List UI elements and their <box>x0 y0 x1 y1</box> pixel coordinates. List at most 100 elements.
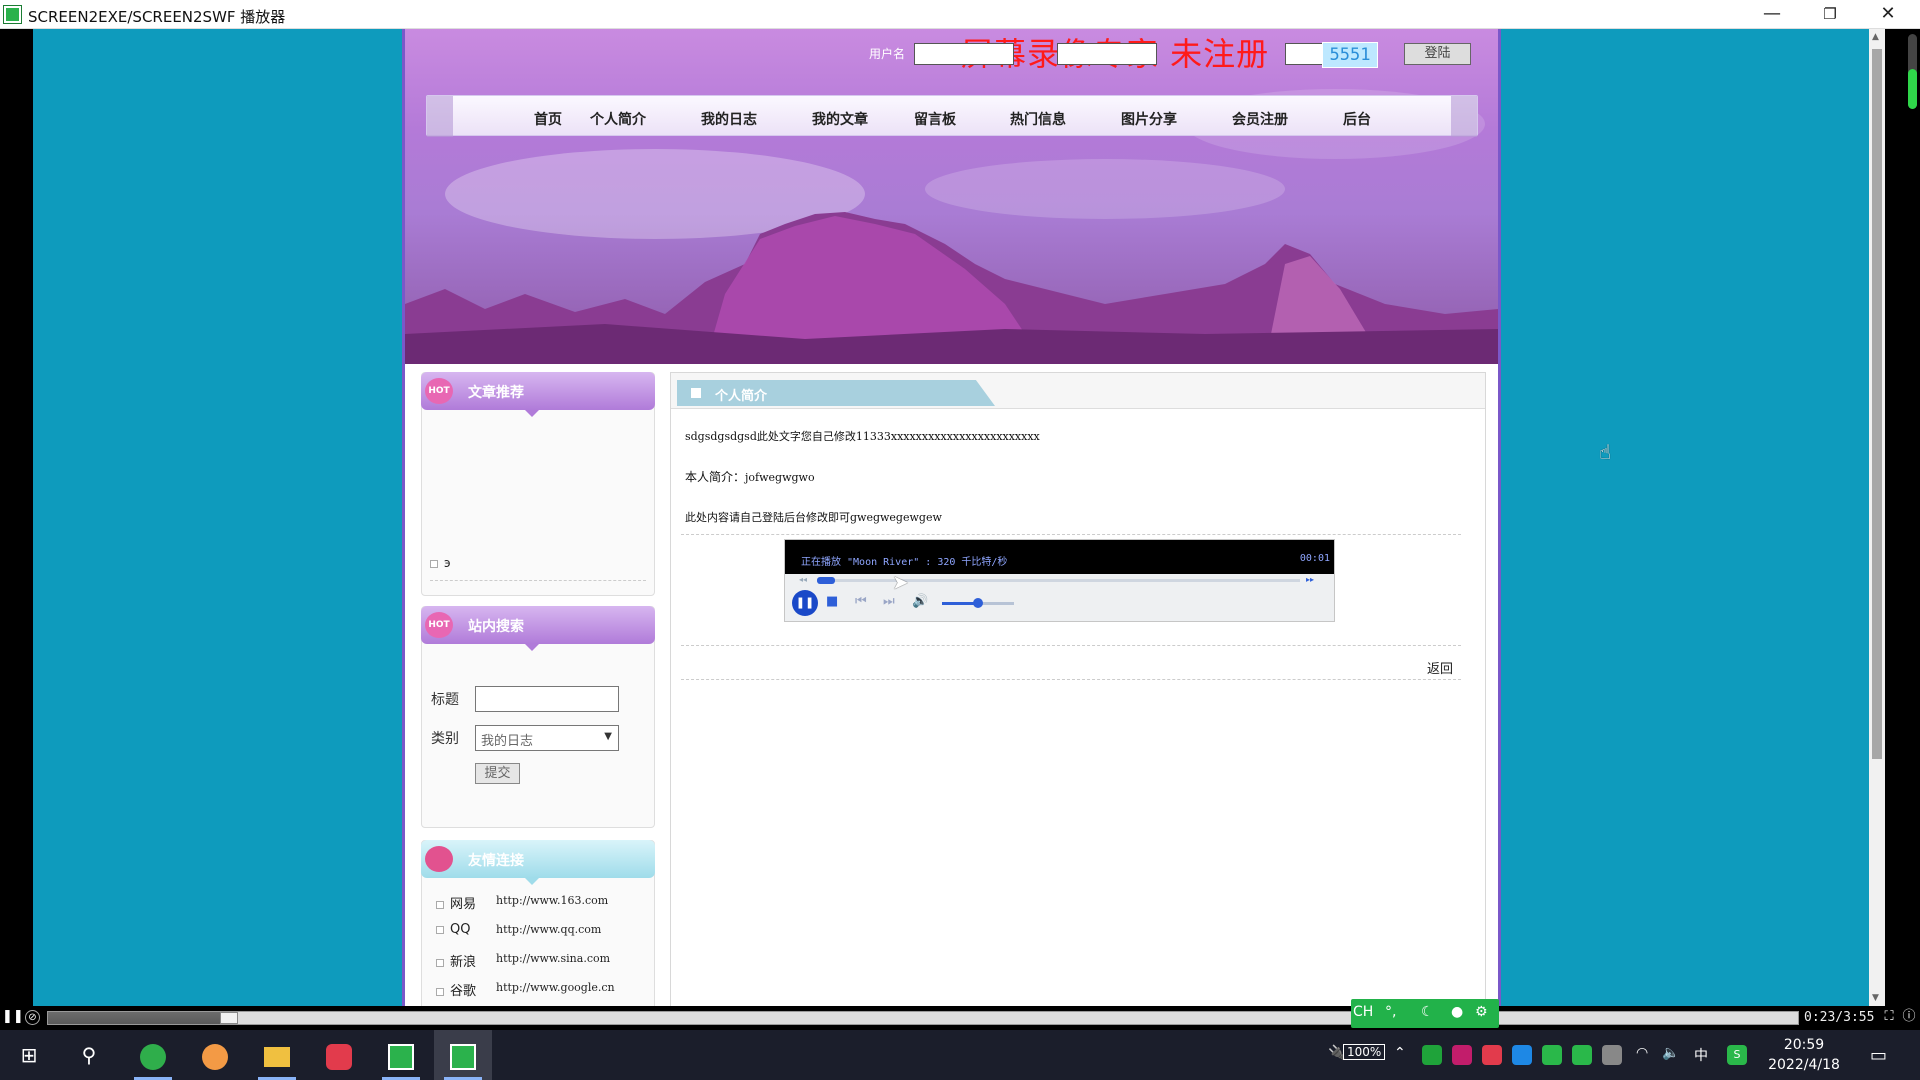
speaker-icon[interactable]: 🔈 <box>1662 1045 1679 1061</box>
sogou-icon[interactable]: S <box>1727 1045 1747 1065</box>
username-input[interactable] <box>914 43 1014 65</box>
nav-profile[interactable]: 个人简介 <box>590 109 646 129</box>
gear-icon[interactable]: ⚙ <box>1475 1004 1488 1020</box>
login-button[interactable]: 登陆 <box>1404 43 1471 65</box>
screen-player-icon[interactable] <box>434 1030 492 1080</box>
volume-gauge[interactable] <box>1908 34 1917 109</box>
scroll-thumb[interactable] <box>1872 49 1882 759</box>
window-title: SCREEN2EXE/SCREEN2SWF 播放器 <box>28 8 286 26</box>
category-select[interactable]: 我的日志 ▼ <box>475 725 619 751</box>
screen-recorder-icon[interactable] <box>372 1030 430 1080</box>
music-player: 正在播放 "Moon River" : 320 千比特/秒 00:01 ◂◂ ▸… <box>784 539 1335 622</box>
nav-my-articles[interactable]: 我的文章 <box>812 109 868 129</box>
battery-icon[interactable] <box>1602 1045 1622 1065</box>
playback-knob[interactable] <box>219 1012 238 1024</box>
search-submit-button[interactable]: 提交 <box>475 763 520 784</box>
scroll-down-icon[interactable]: ▼ <box>1872 993 1879 1003</box>
app-red-icon[interactable] <box>310 1030 368 1080</box>
search-icon[interactable]: ⚲ <box>60 1030 118 1080</box>
start-icon[interactable]: ⊞ <box>0 1030 58 1080</box>
system-clock[interactable]: 20:59 2022/4/18 <box>1764 1035 1844 1075</box>
battery-indicator[interactable]: 100% <box>1343 1044 1386 1060</box>
nav-register[interactable]: 会员注册 <box>1232 109 1288 129</box>
search-title: 站内搜索 <box>468 619 524 635</box>
rewind-icon[interactable]: ◂◂ <box>799 575 807 584</box>
scroll-up-icon[interactable]: ▲ <box>1872 32 1879 42</box>
player-left-margin <box>0 29 33 1006</box>
playback-fill <box>48 1012 220 1024</box>
back-link[interactable]: 返回 <box>1427 658 1453 677</box>
player-seek-bar[interactable] <box>817 577 1300 584</box>
link-item[interactable]: QQ http://www.qq.com <box>436 922 601 937</box>
tray-app-red-icon[interactable] <box>1482 1045 1502 1065</box>
pause-button[interactable]: ❚❚ <box>792 590 818 616</box>
app-orange-icon[interactable] <box>186 1030 244 1080</box>
pause-icon[interactable]: ❚❚ <box>2 1008 24 1026</box>
ime-toolbar: CH °, ☾ ● ⚙ <box>1351 999 1499 1028</box>
title-label: 标题 <box>431 692 459 708</box>
link-item[interactable]: 网易 http://www.163.com <box>436 893 608 912</box>
arrow-cursor-icon: ➤ <box>892 570 909 594</box>
main-nav: 首页 个人简介 我的日志 我的文章 留言板 热门信息 图片分享 会员注册 后台 <box>426 95 1478 137</box>
nav-admin[interactable]: 后台 <box>1343 109 1371 129</box>
links-title: 友情连接 <box>468 853 524 869</box>
forward-icon[interactable]: ▸▸ <box>1306 575 1314 584</box>
playback-progress[interactable] <box>47 1011 1799 1025</box>
edit-hint-line: 此处内容请自己登陆后台修改即可gwegwegewgew <box>685 511 942 524</box>
nav-hot-info[interactable]: 热门信息 <box>1010 109 1066 129</box>
tray-app-green-icon[interactable] <box>1422 1045 1442 1065</box>
nav-guestbook[interactable]: 留言板 <box>914 109 956 129</box>
ime-indicator[interactable]: 中 <box>1694 1045 1708 1065</box>
next-icon[interactable]: ⏭ <box>883 594 895 609</box>
nav-my-blog[interactable]: 我的日志 <box>701 109 757 129</box>
volume-slider[interactable] <box>942 598 1014 608</box>
nav-home[interactable]: 首页 <box>534 109 562 129</box>
vertical-scrollbar[interactable]: ▲ ▼ <box>1869 29 1885 1006</box>
moon-icon[interactable]: ☾ <box>1421 1004 1434 1020</box>
app-icon <box>4 6 21 23</box>
wechat-icon[interactable] <box>1542 1045 1562 1065</box>
ime-punctuation[interactable]: °, <box>1385 1004 1396 1020</box>
minimize-button[interactable]: — <box>1743 0 1801 29</box>
file-explorer-icon[interactable] <box>248 1030 306 1080</box>
hot-badge-icon: HOT <box>425 612 453 638</box>
tray-app-pink-icon[interactable] <box>1452 1045 1472 1065</box>
clock-date: 2022/4/18 <box>1768 1057 1840 1073</box>
intro-line: sdgsdgsdgsd此处文字您自己修改11333xxxxxxxxxxxxxxx… <box>685 430 1040 443</box>
search-header: HOT 站内搜索 <box>421 606 655 651</box>
recommend-item[interactable]: э <box>430 556 451 570</box>
bullet-icon <box>430 559 438 568</box>
section-title: 个人简介 <box>715 389 768 404</box>
hand-cursor-icon: ☝ <box>1599 440 1612 464</box>
recommend-title: 文章推荐 <box>468 385 524 401</box>
playback-position: 0:23/3:55 <box>1804 1010 1875 1025</box>
ime-language[interactable]: CH <box>1353 1004 1373 1020</box>
volume-icon[interactable]: 🔊 <box>912 594 928 609</box>
nav-photo-share[interactable]: 图片分享 <box>1121 109 1177 129</box>
close-button[interactable]: ✕ <box>1859 0 1917 29</box>
tray-app-blue-icon[interactable] <box>1512 1045 1532 1065</box>
restore-button[interactable]: ❐ <box>1801 0 1859 29</box>
flower-icon <box>425 846 453 872</box>
dropdown-arrow-icon: ▼ <box>604 731 612 742</box>
link-item[interactable]: 新浪 http://www.sina.com <box>436 951 610 970</box>
title-input[interactable] <box>475 686 619 712</box>
category-label: 类别 <box>431 731 459 747</box>
wechat-work-icon[interactable] <box>1572 1045 1592 1065</box>
stop-icon[interactable]: ■ <box>826 594 838 609</box>
show-hidden-icon[interactable]: ⌃ <box>1394 1045 1406 1061</box>
link-item[interactable]: 谷歌 http://www.google.cn <box>436 980 615 999</box>
fit-screen-icon[interactable]: ⛶ <box>1880 1008 1898 1026</box>
password-input[interactable] <box>1057 43 1157 65</box>
info-icon[interactable]: ⓘ <box>1900 1008 1918 1026</box>
user-icon[interactable]: ● <box>1451 1004 1463 1020</box>
section-tab: 个人简介 <box>677 380 995 406</box>
notification-icon[interactable]: ▭ <box>1870 1045 1887 1066</box>
browser-icon[interactable] <box>124 1030 182 1080</box>
wifi-icon[interactable]: ◠ <box>1636 1045 1648 1061</box>
player-time: 00:01 <box>1299 553 1330 564</box>
previous-icon[interactable]: ⏮ <box>855 594 867 609</box>
profile-line: 本人简介：jofwegwgwo <box>685 470 815 484</box>
website: 屏幕录像专家 未注册 用户名 5551 登陆 首页 个人简介 我的日志 我的文章… <box>402 29 1501 1006</box>
loop-icon[interactable]: ⊘ <box>25 1010 40 1025</box>
